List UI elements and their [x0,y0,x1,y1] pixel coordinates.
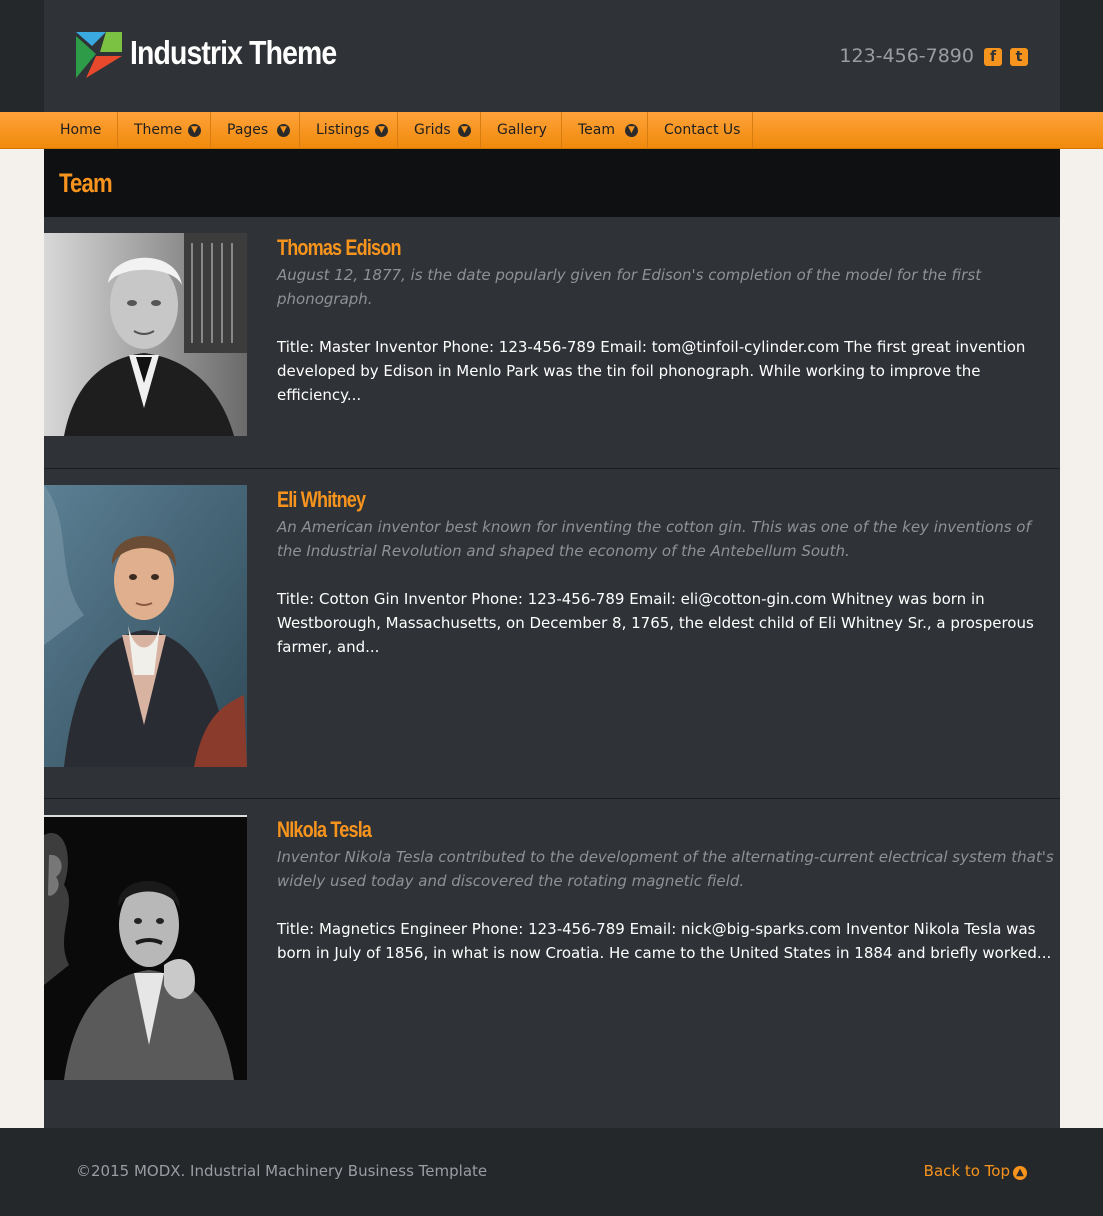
site-header: Industrix Theme 123-456-7890 f t [44,0,1060,112]
nav-item-label: Listings [316,122,370,138]
nav-item-grids[interactable]: Grids ▼ [398,112,481,149]
chevron-down-icon: ▼ [277,124,290,137]
member-details: Title: Magnetics Engineer Phone: 123-456… [277,920,1052,962]
nav-item-pages[interactable]: Pages ▼ [211,112,300,149]
nav-item-label: Pages [227,122,269,138]
team-list: Thomas Edison August 12, 1877, is the da… [44,217,1060,1128]
member-photo[interactable] [44,233,247,436]
chevron-down-icon: ▼ [188,124,201,137]
member-summary: August 12, 1877, is the date popularly g… [277,266,982,308]
footer-copyright: ©2015 MODX. Industrial Machinery Busines… [76,1162,488,1180]
nav-item-team[interactable]: Team ▼ [562,112,648,149]
facebook-icon[interactable]: f [984,48,1002,66]
member-photo[interactable] [44,815,247,1080]
logo-icon[interactable] [76,32,122,78]
member-details: Title: Cotton Gin Inventor Phone: 123-45… [277,590,1034,656]
team-member: Thomas Edison August 12, 1877, is the da… [44,217,1060,469]
chevron-down-icon: ▼ [625,124,638,137]
page-title: Team [59,168,113,198]
nav-item-contact-us[interactable]: Contact Us [648,112,753,149]
nav-item-label: Gallery [497,122,547,138]
header-phone: 123-456-7890 [839,45,974,67]
member-name[interactable]: Thomas Edison [277,235,401,261]
back-to-top-label: Back to Top [923,1162,1010,1180]
nav-item-home[interactable]: Home [44,112,118,149]
back-to-top-link[interactable]: Back to Top ▲ [924,1162,1027,1180]
arrow-up-icon: ▲ [1013,1166,1027,1180]
site-logo-text[interactable]: Industrix Theme [130,34,337,72]
member-summary: Inventor Nikola Tesla contributed to the… [277,848,1054,890]
nav-item-listings[interactable]: Listings ▼ [300,112,398,149]
page-heading-bar: Team [44,149,1060,217]
nav-item-label: Contact Us [664,122,741,138]
nav-item-gallery[interactable]: Gallery [481,112,562,149]
site-footer: ©2015 MODX. Industrial Machinery Busines… [0,1128,1103,1216]
main-nav: Home Theme ▼ Pages ▼ Listings ▼ Grids ▼ … [0,112,1103,149]
member-name[interactable]: Eli Whitney [277,487,366,513]
nav-item-label: Home [60,122,102,138]
member-summary: An American inventor best known for inve… [277,518,1031,560]
nav-item-label: Grids [414,122,451,138]
nav-item-theme[interactable]: Theme ▼ [118,112,211,149]
member-photo[interactable] [44,485,247,767]
nav-item-label: Team [578,122,616,138]
team-member: NIkola Tesla Inventor Nikola Tesla contr… [44,799,1060,1099]
chevron-down-icon: ▼ [375,124,388,137]
member-details: Title: Master Inventor Phone: 123-456-78… [277,338,1026,404]
member-name[interactable]: NIkola Tesla [277,817,372,843]
chevron-down-icon: ▼ [458,124,471,137]
twitter-icon[interactable]: t [1010,48,1028,66]
nav-item-label: Theme [134,122,183,138]
team-member: Eli Whitney An American inventor best kn… [44,469,1060,799]
